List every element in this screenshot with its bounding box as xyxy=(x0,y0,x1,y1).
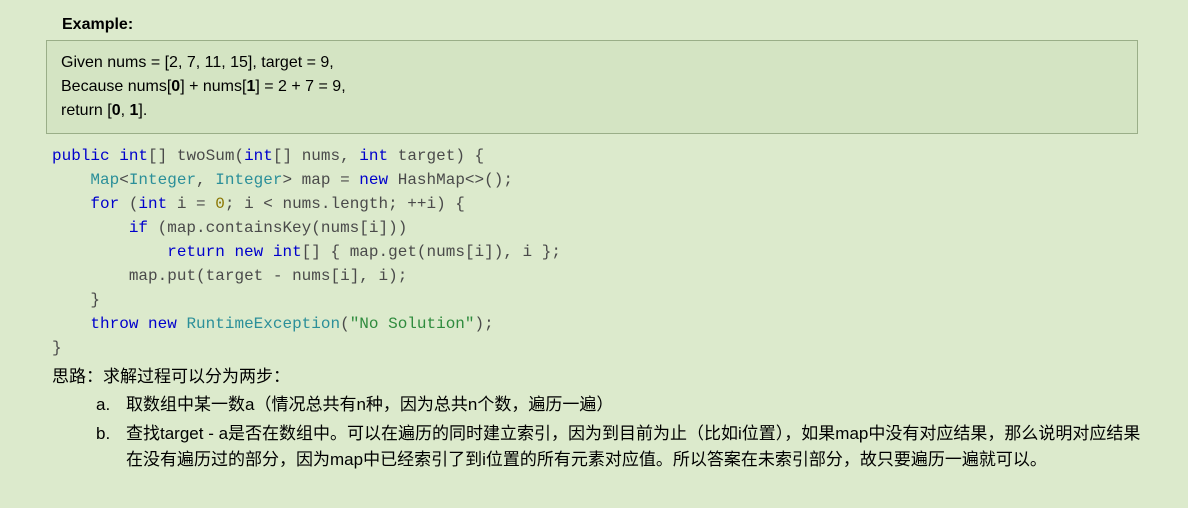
example-line-2: Because nums[0] + nums[1] = 2 + 7 = 9, xyxy=(61,75,1123,99)
example-line-1: Given nums = [2, 7, 11, 15], target = 9, xyxy=(61,51,1123,75)
explain-item-b: b. 查找target - a是否在数组中。可以在遍历的同时建立索引，因为到目前… xyxy=(96,421,1142,474)
code-block: public int[] twoSum(int[] nums, int targ… xyxy=(52,144,1142,360)
explain-item-a: a. 取数组中某一数a（情况总共有n种，因为总共n个数，遍历一遍） xyxy=(96,392,1142,418)
example-box: Given nums = [2, 7, 11, 15], target = 9,… xyxy=(46,40,1138,134)
explain-intro: 思路：求解过程可以分为两步： xyxy=(52,364,1142,390)
example-heading: Example: xyxy=(62,16,1142,34)
example-line-3: return [0, 1]. xyxy=(61,99,1123,123)
explanation: 思路：求解过程可以分为两步： a. 取数组中某一数a（情况总共有n种，因为总共n… xyxy=(52,364,1142,473)
